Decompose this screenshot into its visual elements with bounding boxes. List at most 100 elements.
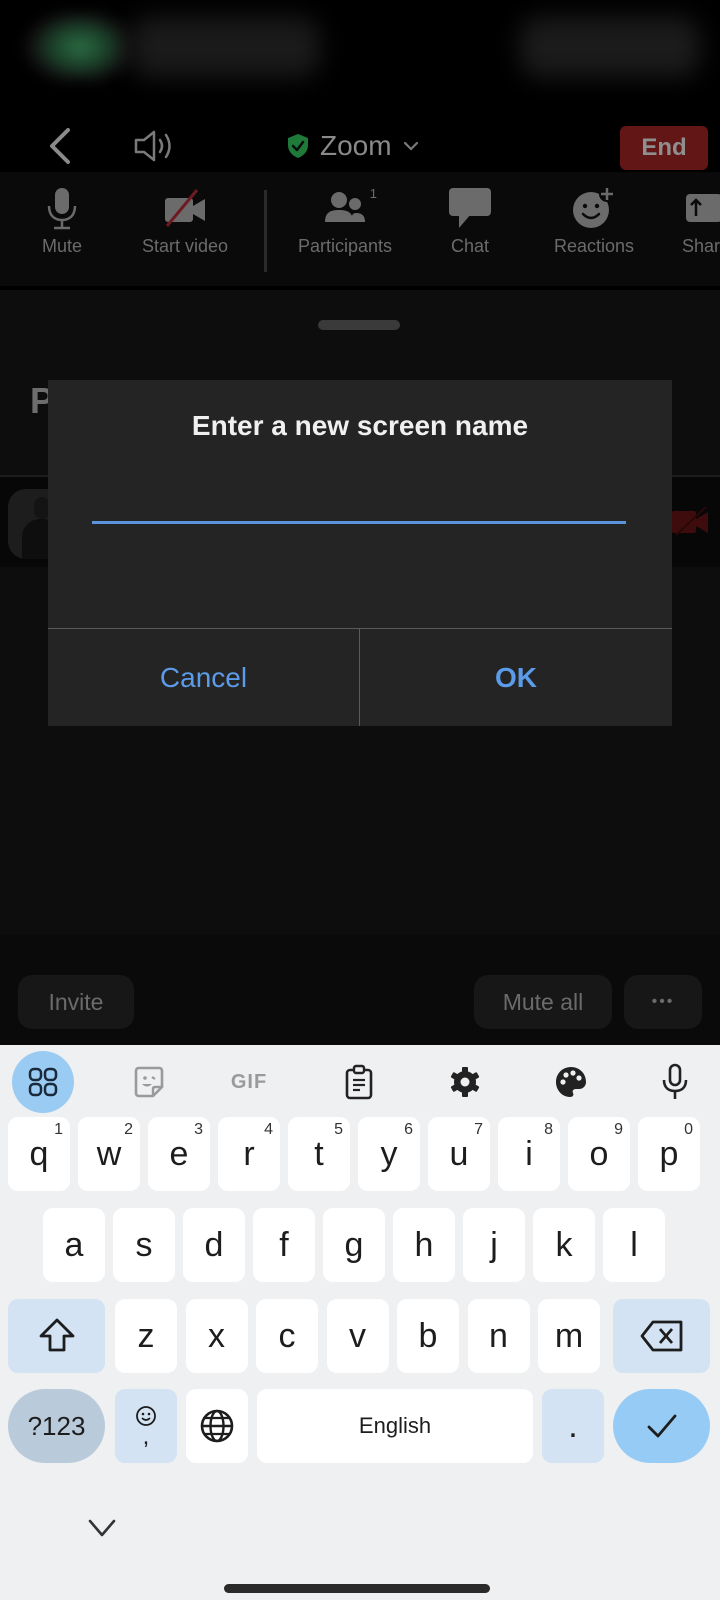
participants-action-bar: Invite Mute all ••• bbox=[0, 935, 720, 1045]
key-label: t bbox=[314, 1134, 324, 1173]
key-l[interactable]: l bbox=[603, 1208, 665, 1282]
apps-grid-button[interactable] bbox=[12, 1051, 74, 1113]
key-a[interactable]: a bbox=[43, 1208, 105, 1282]
home-indicator[interactable] bbox=[224, 1584, 490, 1593]
key-number-hint: 7 bbox=[474, 1121, 483, 1138]
key-label: p bbox=[659, 1134, 679, 1173]
chevron-down-icon bbox=[88, 1519, 116, 1537]
palette-icon bbox=[556, 1067, 586, 1097]
key-o[interactable]: o9 bbox=[568, 1117, 630, 1191]
key-x[interactable]: x bbox=[185, 1299, 248, 1373]
space-key[interactable]: English bbox=[257, 1389, 533, 1463]
key-b[interactable]: b bbox=[397, 1299, 459, 1373]
key-n[interactable]: n bbox=[467, 1299, 530, 1373]
sticker-button[interactable] bbox=[118, 1051, 180, 1113]
key-w[interactable]: w2 bbox=[78, 1117, 140, 1191]
key-number-hint: 5 bbox=[334, 1121, 343, 1138]
key-q[interactable]: q1 bbox=[8, 1117, 70, 1191]
clipboard-icon bbox=[345, 1064, 373, 1100]
key-number-hint: 4 bbox=[264, 1121, 273, 1138]
share-button[interactable]: Share bbox=[682, 186, 720, 257]
key-number-hint: 8 bbox=[544, 1121, 553, 1138]
backspace-key[interactable] bbox=[613, 1299, 710, 1373]
mute-button[interactable]: Mute bbox=[34, 186, 90, 257]
theme-button[interactable] bbox=[540, 1051, 602, 1113]
meeting-title-dropdown[interactable]: Zoom bbox=[286, 128, 420, 164]
key-label: r bbox=[243, 1134, 255, 1173]
key-k[interactable]: k bbox=[533, 1208, 595, 1282]
participant-video-off-icon bbox=[672, 507, 708, 536]
end-meeting-button[interactable]: End bbox=[620, 126, 708, 170]
voice-input-button[interactable] bbox=[644, 1051, 706, 1113]
invite-button[interactable]: Invite bbox=[18, 975, 134, 1029]
key-g[interactable]: g bbox=[323, 1208, 385, 1282]
period-key[interactable]: . bbox=[542, 1389, 604, 1463]
mute-label: Mute bbox=[41, 236, 83, 256]
shift-key[interactable] bbox=[8, 1299, 105, 1373]
more-options-button[interactable]: ••• bbox=[624, 975, 702, 1029]
key-v[interactable]: v bbox=[326, 1299, 389, 1373]
back-button[interactable] bbox=[42, 126, 78, 166]
hide-keyboard-button[interactable] bbox=[86, 1515, 118, 1541]
microphone-icon bbox=[47, 188, 77, 230]
clipboard-button[interactable] bbox=[328, 1051, 390, 1113]
key-t[interactable]: t5 bbox=[288, 1117, 350, 1191]
key-u[interactable]: u7 bbox=[428, 1117, 490, 1191]
key-z[interactable]: z bbox=[115, 1299, 177, 1373]
meeting-header: Zoom End bbox=[0, 118, 720, 174]
share-icon bbox=[686, 194, 720, 222]
key-s[interactable]: s bbox=[113, 1208, 175, 1282]
comma-label: , bbox=[142, 1423, 150, 1450]
checkmark-icon bbox=[647, 1414, 676, 1438]
key-m[interactable]: m bbox=[538, 1299, 600, 1373]
chevron-down-icon bbox=[403, 141, 418, 151]
sheet-drag-handle[interactable] bbox=[318, 320, 400, 330]
share-label: Share bbox=[682, 236, 720, 256]
reactions-icon bbox=[573, 186, 615, 228]
keyboard-toolbar: GIF bbox=[0, 1045, 720, 1117]
settings-button[interactable] bbox=[434, 1051, 496, 1113]
key-label: u bbox=[449, 1134, 469, 1173]
key-f[interactable]: f bbox=[253, 1208, 315, 1282]
status-blur-mid bbox=[130, 17, 320, 77]
emoji-comma-key[interactable]: , bbox=[115, 1389, 177, 1463]
start-video-button[interactable]: Start video bbox=[130, 186, 240, 257]
speaker-button[interactable] bbox=[132, 128, 180, 164]
key-h[interactable]: h bbox=[393, 1208, 455, 1282]
participants-button[interactable]: 1 Participants bbox=[290, 186, 400, 257]
sticker-icon bbox=[134, 1066, 164, 1098]
key-number-hint: 1 bbox=[54, 1121, 63, 1138]
key-label: e bbox=[169, 1134, 189, 1173]
symbols-key[interactable]: ?123 bbox=[8, 1389, 105, 1463]
done-key[interactable] bbox=[613, 1389, 710, 1463]
status-bar-blurred bbox=[20, 12, 700, 82]
key-e[interactable]: e3 bbox=[148, 1117, 210, 1191]
key-j[interactable]: j bbox=[463, 1208, 525, 1282]
gif-button[interactable]: GIF bbox=[218, 1051, 280, 1113]
key-y[interactable]: y6 bbox=[358, 1117, 420, 1191]
cancel-button[interactable]: Cancel bbox=[48, 629, 359, 726]
key-number-hint: 9 bbox=[614, 1121, 623, 1138]
screen: Zoom End Mute Start video 1 Participants… bbox=[0, 0, 720, 1600]
language-key[interactable] bbox=[186, 1389, 248, 1463]
chat-button[interactable]: Chat bbox=[440, 186, 500, 257]
key-i[interactable]: i8 bbox=[498, 1117, 560, 1191]
rename-dialog: Enter a new screen name Cancel OK bbox=[48, 380, 672, 726]
toolbar-divider bbox=[264, 190, 267, 272]
meeting-title: Zoom bbox=[320, 130, 392, 161]
ok-button[interactable]: OK bbox=[360, 629, 672, 726]
microphone-icon bbox=[662, 1063, 688, 1099]
key-p[interactable]: p0 bbox=[638, 1117, 700, 1191]
mute-all-button[interactable]: Mute all bbox=[474, 975, 612, 1029]
participants-label: Participants bbox=[297, 236, 393, 256]
screen-name-input[interactable] bbox=[92, 480, 626, 524]
key-number-hint: 3 bbox=[194, 1121, 203, 1138]
video-off-icon bbox=[165, 189, 205, 227]
backspace-icon bbox=[640, 1320, 682, 1352]
reactions-button[interactable]: Reactions bbox=[548, 186, 640, 257]
key-c[interactable]: c bbox=[256, 1299, 318, 1373]
key-r[interactable]: r4 bbox=[218, 1117, 280, 1191]
chat-icon bbox=[449, 188, 491, 228]
key-d[interactable]: d bbox=[183, 1208, 245, 1282]
shift-icon bbox=[39, 1318, 74, 1352]
